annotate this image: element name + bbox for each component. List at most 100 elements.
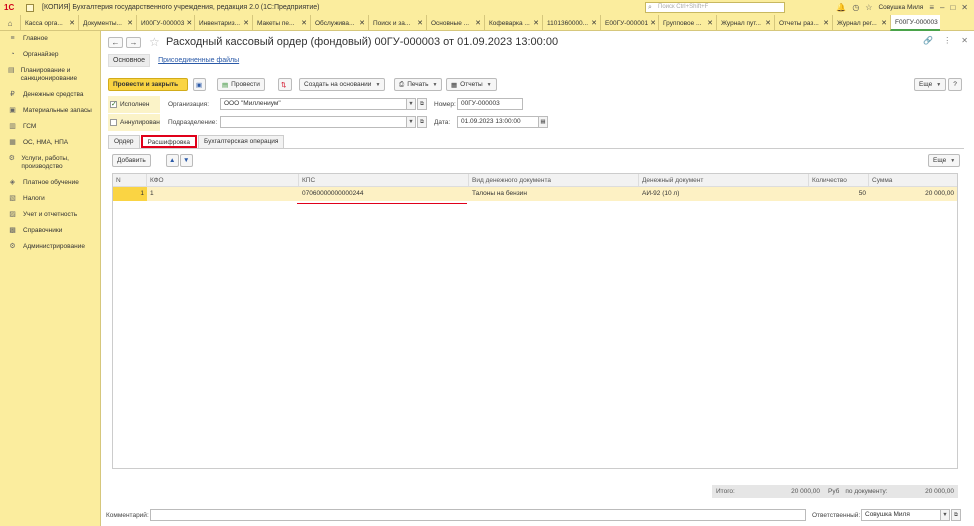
- number-field[interactable]: 00ГУ-000003: [457, 98, 523, 110]
- tab-item[interactable]: Кофеварка ... ✕: [484, 15, 542, 31]
- close-tab-icon[interactable]: ✕: [650, 19, 656, 27]
- tab-accounting-operation[interactable]: Бухгалтерская операция: [198, 135, 285, 148]
- col-doc-type[interactable]: Вид денежного документа: [469, 174, 639, 186]
- bell-icon[interactable]: 🔔: [836, 3, 846, 12]
- comment-field[interactable]: [150, 509, 806, 521]
- tab-breakdown[interactable]: Расшифровка: [140, 135, 198, 148]
- calendar-icon[interactable]: ▦: [538, 116, 548, 128]
- favorite-star-icon[interactable]: ☆: [149, 35, 160, 49]
- tab-item[interactable]: Документы... ✕: [78, 15, 136, 31]
- maximize-icon[interactable]: □: [950, 3, 955, 12]
- tab-attached-files[interactable]: Присоединенные файлы: [158, 57, 239, 64]
- close-icon[interactable]: ✕: [961, 3, 968, 12]
- close-tab-icon[interactable]: ✕: [127, 19, 133, 27]
- tab-item[interactable]: Поиск и за... ✕: [368, 15, 426, 31]
- subdivision-open-icon[interactable]: ⧉: [417, 116, 427, 128]
- move-down-button[interactable]: ▼: [180, 154, 193, 167]
- sidebar-item[interactable]: ◔ Органайзер: [0, 47, 100, 63]
- move-up-button[interactable]: ▲: [166, 154, 179, 167]
- close-tab-icon[interactable]: ✕: [301, 19, 307, 27]
- close-form-icon[interactable]: ✕: [961, 36, 968, 45]
- sidebar-item[interactable]: ▧ Налоги: [0, 191, 100, 207]
- cancelled-checkbox[interactable]: Аннулирован: [108, 114, 160, 131]
- responsible-open-icon[interactable]: ⧉: [951, 509, 961, 521]
- organization-open-icon[interactable]: ⧉: [417, 98, 427, 110]
- create-based-on-button[interactable]: Создать на основании ▼: [299, 78, 386, 91]
- cell-doc[interactable]: АИ-92 (10 л): [639, 187, 809, 201]
- organization-field[interactable]: ООО "Миллениум": [220, 98, 416, 110]
- structure-button[interactable]: ⇅: [278, 78, 292, 91]
- table-row[interactable]: 1 1 07060000000000244 Талоны на бензин А…: [113, 187, 957, 204]
- post-and-close-button[interactable]: Провести и закрыть: [108, 78, 188, 91]
- close-tab-icon[interactable]: ✕: [823, 19, 829, 27]
- sidebar-item[interactable]: ▤ Планирование и санкционирование: [0, 63, 100, 87]
- history-icon[interactable]: ◷: [852, 3, 859, 12]
- close-tab-icon[interactable]: ✕: [765, 19, 771, 27]
- subdivision-dropdown-icon[interactable]: ▼: [406, 116, 416, 128]
- sidebar-item[interactable]: ▥ ГСМ: [0, 119, 100, 135]
- help-button[interactable]: ?: [948, 78, 962, 91]
- tab-item[interactable]: Инвентариз... ✕: [194, 15, 252, 31]
- sidebar-item[interactable]: ≡ Главное: [0, 31, 100, 47]
- cell-qty[interactable]: 50: [809, 187, 869, 201]
- post-button[interactable]: ▤ Провести: [217, 78, 265, 91]
- subdivision-field[interactable]: [220, 116, 416, 128]
- user-name[interactable]: Совушка Миля: [878, 4, 923, 11]
- cell-doc-type[interactable]: Талоны на бензин: [469, 187, 639, 201]
- executed-checkbox[interactable]: ✓ Исполнен: [108, 96, 160, 113]
- close-tab-icon[interactable]: ✕: [707, 19, 713, 27]
- sidebar-item[interactable]: ⚙ Услуги, работы, производство: [0, 151, 100, 175]
- col-sum[interactable]: Сумма: [869, 174, 957, 186]
- tab-item[interactable]: Е00ГУ-000001 ✕: [600, 15, 658, 31]
- cell-kfo[interactable]: 1: [147, 187, 299, 201]
- minimize-icon[interactable]: –: [940, 3, 944, 12]
- close-tab-icon[interactable]: ✕: [881, 19, 887, 27]
- col-kfo[interactable]: КФО: [147, 174, 299, 186]
- add-row-button[interactable]: Добавить: [112, 154, 151, 167]
- tab-order[interactable]: Ордер: [108, 135, 140, 148]
- col-qty[interactable]: Количество: [809, 174, 869, 186]
- tab-item[interactable]: F00ГУ-000003✕: [890, 15, 940, 31]
- sidebar-item[interactable]: ◈ Платное обучение: [0, 175, 100, 191]
- link-icon[interactable]: 🔗: [923, 36, 933, 45]
- cell-kps[interactable]: 07060000000000244: [297, 187, 469, 204]
- tab-item[interactable]: И00ГУ-000003 ✕: [136, 15, 194, 31]
- tab-item[interactable]: Касса орга... ✕: [20, 15, 78, 31]
- organization-dropdown-icon[interactable]: ▼: [406, 98, 416, 110]
- sidebar-item[interactable]: ▩ Справочники: [0, 223, 100, 239]
- tab-item[interactable]: Журнал пут... ✕: [716, 15, 774, 31]
- responsible-field[interactable]: Совушка Миля: [861, 509, 941, 521]
- save-button[interactable]: ▣: [193, 78, 206, 91]
- tab-main[interactable]: Основное: [108, 54, 151, 67]
- tab-item[interactable]: Журнал рег... ✕: [832, 15, 890, 31]
- cell-n[interactable]: 1: [113, 187, 147, 201]
- sidebar-item[interactable]: ▦ ОС, НМА, НПА: [0, 135, 100, 151]
- forward-button[interactable]: →: [126, 37, 141, 48]
- sidebar-item[interactable]: ₽ Денежные средства: [0, 87, 100, 103]
- close-tab-icon[interactable]: ✕: [417, 19, 423, 27]
- date-field[interactable]: 01.09.2023 13:00:00: [457, 116, 539, 128]
- menu-icon[interactable]: [26, 3, 34, 12]
- home-icon[interactable]: ⌂: [0, 15, 20, 31]
- tab-item[interactable]: Отчеты раз... ✕: [774, 15, 832, 31]
- tab-item[interactable]: 1101360000... ✕: [542, 15, 600, 31]
- cell-sum[interactable]: 20 000,00: [869, 187, 957, 201]
- global-search-input[interactable]: ⌕ Поиск Ctrl+Shift+F: [645, 2, 785, 13]
- sidebar-item[interactable]: ▨ Учет и отчетность: [0, 207, 100, 223]
- back-button[interactable]: ←: [108, 37, 123, 48]
- sidebar-item[interactable]: ▣ Материальные запасы: [0, 103, 100, 119]
- table-more-button[interactable]: Еще ▼: [928, 154, 961, 167]
- sidebar-item[interactable]: ⚙ Администрирование: [0, 239, 100, 255]
- tab-item[interactable]: Макеты пе... ✕: [252, 15, 310, 31]
- close-tab-icon[interactable]: ✕: [243, 19, 249, 27]
- close-tab-icon[interactable]: ✕: [475, 19, 481, 27]
- print-button[interactable]: ⎙ Печать ▼: [394, 78, 443, 91]
- tab-item[interactable]: Групповое ... ✕: [658, 15, 716, 31]
- responsible-dropdown-icon[interactable]: ▼: [940, 509, 950, 521]
- tab-item[interactable]: Обслужива... ✕: [310, 15, 368, 31]
- col-doc[interactable]: Денежный документ: [639, 174, 809, 186]
- close-tab-icon[interactable]: ✕: [186, 19, 192, 27]
- more-vert-icon[interactable]: ⋮: [943, 36, 951, 45]
- close-tab-icon[interactable]: ✕: [69, 19, 75, 27]
- star-icon[interactable]: ☆: [865, 3, 872, 12]
